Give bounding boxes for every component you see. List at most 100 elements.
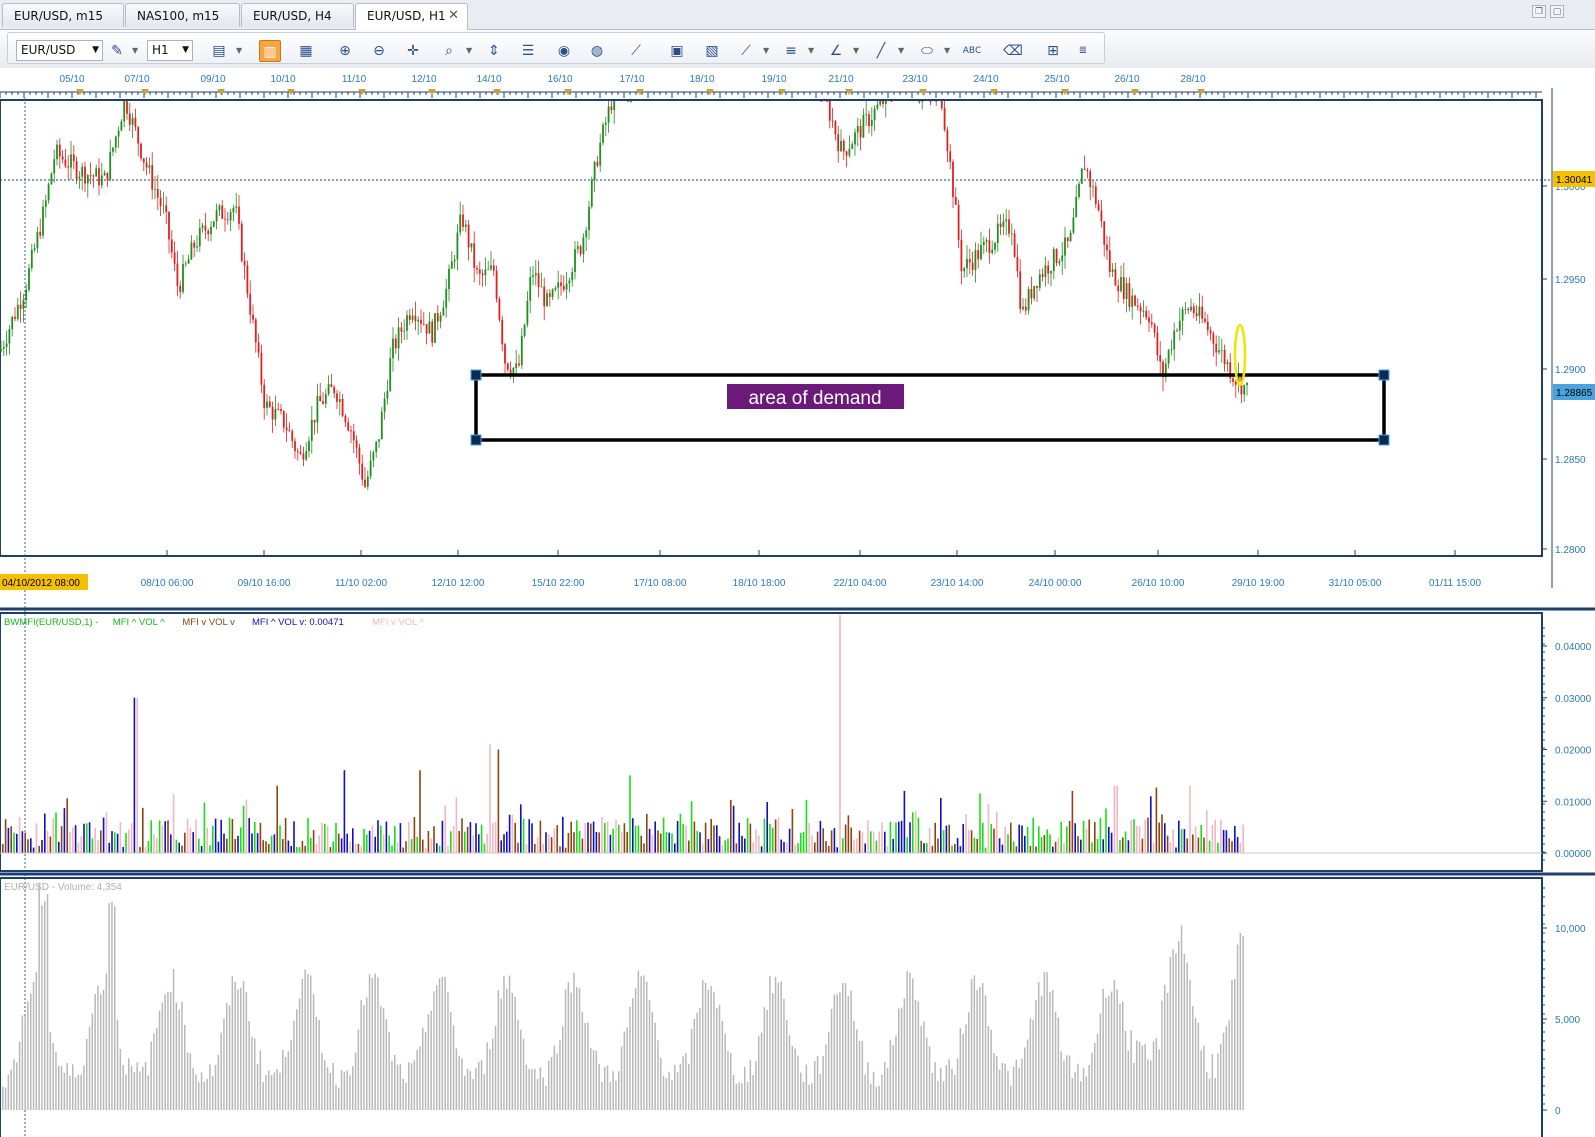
template-icon[interactable]: ▧	[701, 40, 723, 62]
data-window-icon[interactable]: ▦	[295, 40, 317, 62]
chevron-down-icon[interactable]: ▼	[132, 41, 138, 61]
candle-body	[1069, 232, 1072, 241]
bwmfi-bar	[200, 846, 203, 853]
candle-body	[148, 165, 151, 168]
candle-body	[1030, 289, 1033, 299]
volume-bar	[844, 982, 847, 1110]
candle-body	[627, 101, 630, 102]
chart-type-icon[interactable]: ✎	[106, 40, 128, 62]
bwmfi-bar	[240, 827, 242, 853]
bwmfi-bar	[371, 825, 374, 853]
bwmfi-bar	[424, 847, 427, 853]
volume-bar	[934, 1062, 936, 1110]
bwmfi-bar	[539, 820, 542, 853]
chevron-down-icon[interactable]: ▼	[808, 41, 814, 61]
globe-icon[interactable]: ◍	[586, 40, 608, 62]
candle-body	[358, 447, 361, 464]
bwmfi-bar	[676, 821, 679, 853]
candle-body	[193, 242, 196, 248]
objects-tree-icon[interactable]: ⊞	[1042, 40, 1064, 62]
bwmfi-bar	[1180, 829, 1183, 853]
volume-bar	[573, 972, 575, 1110]
chart-area[interactable]: 05/10 07/10 09/10 10/10 11/10 12/10 14/10 16/10…	[0, 68, 1595, 1137]
screenshot-icon[interactable]: ▣	[666, 40, 688, 62]
candle-body	[2, 346, 5, 349]
properties-icon[interactable]: ☰	[517, 40, 539, 62]
candle-body	[1114, 269, 1117, 286]
bwmfi-bar	[777, 817, 780, 853]
symbol-select[interactable]: EUR/USD ▼	[16, 40, 103, 61]
chevron-down-icon[interactable]: ▼	[944, 41, 950, 61]
chevron-down-icon[interactable]: ▼	[466, 41, 472, 61]
bwmfi-bar	[298, 847, 301, 853]
zoom-in-icon[interactable]: ⊕	[334, 40, 356, 62]
bwmfi-bar	[763, 818, 766, 853]
candle-body	[840, 140, 842, 152]
bwmfi-bar	[310, 837, 312, 853]
volume-bar	[615, 1080, 617, 1110]
candle-body	[504, 344, 506, 364]
chevron-down-icon[interactable]: ▼	[853, 41, 859, 61]
zoom-area-icon[interactable]: ⌕	[438, 40, 460, 62]
bwmfi-bar	[343, 770, 346, 853]
bwmfi-tick-label: 0.02000	[1555, 746, 1592, 757]
candle-body	[288, 430, 291, 432]
zoom-out-icon[interactable]: ⊖	[368, 40, 390, 62]
restore-window-icon[interactable]: ❐	[1532, 5, 1546, 18]
bwmfi-tick-label: 0.00000	[1555, 849, 1592, 860]
candle-body	[229, 212, 232, 221]
trend-tools-icon[interactable]: ⟋	[735, 40, 757, 62]
line-draw-icon[interactable]: ╱	[870, 40, 892, 62]
resize-handle[interactable]	[470, 369, 482, 381]
volume-bar	[1040, 995, 1043, 1110]
chevron-down-icon[interactable]: ▼	[763, 41, 769, 61]
eraser-icon[interactable]: ⌫	[1002, 40, 1024, 62]
candle-body	[271, 406, 274, 420]
volume-bar	[906, 971, 908, 1110]
volume-bar	[1130, 1030, 1132, 1110]
volume-bar	[931, 1073, 934, 1110]
volume-bar	[716, 1008, 718, 1110]
indicators-icon[interactable]: ▤	[208, 40, 230, 62]
timeframe-select[interactable]: H1 ▼	[147, 40, 193, 61]
close-icon[interactable]: ✕	[448, 4, 459, 28]
chevron-down-icon[interactable]: ▼	[898, 41, 904, 61]
volume-bar	[996, 1056, 998, 1110]
fibonacci-icon[interactable]: ∠	[825, 40, 847, 62]
ellipse-icon[interactable]: ⬭	[916, 40, 938, 62]
candle-body	[890, 101, 893, 102]
ruler-icon[interactable]: ⟋	[625, 40, 647, 62]
crosshair-icon[interactable]: ✛	[402, 40, 424, 62]
volume-bar	[867, 1062, 869, 1110]
top-date-label: 24/10	[973, 74, 998, 85]
tab-nas100-m15[interactable]: NAS100, m15	[125, 3, 240, 27]
bwmfi-bar	[388, 835, 390, 853]
scale-icon[interactable]: ⇕	[483, 40, 505, 62]
resize-handle[interactable]	[1378, 434, 1390, 446]
more-icon[interactable]: ≣	[1072, 40, 1094, 62]
candle-body	[184, 263, 187, 265]
bwmfi-bar	[156, 838, 158, 853]
tab-eurusd-h1[interactable]: EUR/USD, H1 ✕	[355, 3, 468, 30]
volume-bar	[492, 1038, 494, 1110]
text-label-icon[interactable]: ABC	[961, 40, 983, 62]
bwmfi-bar	[755, 829, 757, 853]
candle-body	[182, 264, 184, 292]
resize-handle[interactable]	[1378, 369, 1390, 381]
bwmfi-bar	[94, 827, 96, 853]
candle-body	[1198, 306, 1201, 317]
bar-chart-icon[interactable]: ▥	[259, 40, 281, 62]
chevron-down-icon[interactable]: ▼	[236, 41, 242, 61]
bwmfi-bar	[368, 830, 371, 853]
volume-bar	[1234, 978, 1236, 1110]
tab-eurusd-m15[interactable]: EUR/USD, m15	[2, 3, 124, 27]
tab-eurusd-h4[interactable]: EUR/USD, H4	[241, 3, 354, 27]
eye-icon[interactable]: ◉	[553, 40, 575, 62]
candle-body	[114, 136, 117, 148]
candle-body	[576, 246, 579, 250]
candle-body	[1142, 310, 1145, 312]
volume-bar	[550, 1056, 553, 1110]
resize-handle[interactable]	[470, 434, 482, 446]
horizontal-lines-icon[interactable]: ≡	[780, 40, 802, 62]
maximize-window-icon[interactable]: ▢	[1550, 5, 1564, 18]
